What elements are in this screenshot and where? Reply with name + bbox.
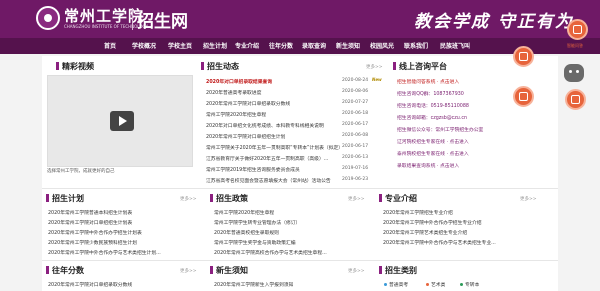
- video-section-title: 精彩视频: [56, 62, 94, 71]
- categories-section-title: 招生类别: [379, 266, 417, 275]
- news-date: 2020-07-27: [342, 100, 369, 105]
- nav-campus[interactable]: 校园风光: [370, 41, 394, 50]
- nav-overview[interactable]: 学校概况: [132, 41, 156, 50]
- policy-more-link[interactable]: 更多>>: [348, 196, 365, 202]
- major-more-link[interactable]: 更多>>: [520, 196, 537, 202]
- list-item[interactable]: 2020年常州工学院招生专业介绍: [383, 209, 513, 216]
- major-section-title: 专业介绍: [379, 194, 417, 203]
- list-item[interactable]: 2020年常州工学院中外合作办学招生专业介绍: [383, 219, 513, 226]
- news-section-title: 招生动态: [201, 62, 239, 71]
- category-item[interactable]: 专转本: [465, 281, 479, 288]
- category-item[interactable]: 普通高考: [389, 281, 408, 288]
- qq-button[interactable]: [513, 86, 534, 107]
- contact-line: 招生微信公众号：常州工学院招生办公室: [397, 128, 484, 133]
- nav-school-home[interactable]: 学校主页: [168, 41, 192, 50]
- school-name-en: CHANGZHOU INSTITUTE OF TECHNOLOGY: [64, 24, 148, 29]
- news-date: 2020-06-13: [342, 155, 369, 160]
- scores-more-link[interactable]: 更多>>: [180, 268, 197, 274]
- scores-section-title: 往年分数: [46, 266, 84, 275]
- list-item[interactable]: 2020年常州工学院中外合作办学与艺术类招生专业...: [383, 239, 513, 246]
- news-date: 2019-06-23: [342, 177, 369, 182]
- qq-icon: [519, 92, 528, 101]
- consult-button[interactable]: [565, 89, 586, 110]
- category-dot-icon: [384, 283, 387, 286]
- news-date: 2020-08-06: [342, 89, 369, 94]
- news-date: 2020-08-24: [342, 78, 369, 83]
- nav-major[interactable]: 专业介绍: [235, 41, 259, 50]
- list-item[interactable]: 常州工学院学生转专业管理办法（修订）: [214, 219, 362, 226]
- list-item[interactable]: 2020年常州工学院中外合作办学与艺术类招生计划...: [48, 249, 196, 256]
- news-item[interactable]: 2020年普通高考录取进度: [206, 89, 356, 96]
- section-divider: [42, 188, 558, 189]
- news-item[interactable]: 2020年常州工学院对口单招录取分数线: [206, 100, 356, 107]
- news-item[interactable]: 2020年对口单招文化统考成绩、本科教专科线相关说明: [206, 122, 356, 129]
- message-icon: [571, 95, 580, 104]
- list-item[interactable]: 2020年常州工学院新生入学报到须知: [214, 281, 362, 288]
- main-nav: 首页 学校概况 学校主页 招生计划 专业介绍 往年分数 录取查询 新生须知 校园…: [0, 38, 600, 54]
- news-date: 2020-06-18: [342, 111, 369, 116]
- news-item[interactable]: 江苏省高考名校见面会暨志愿填报大会（常州站）活动公告: [206, 177, 356, 184]
- plan-section-title: 招生计划: [46, 194, 84, 203]
- site-header: 常州工学院 CHANGZHOU INSTITUTE OF TECHNOLOGY …: [0, 0, 600, 38]
- contact-line[interactable]: 辽河院校招生专家在线 · 点击进入: [397, 138, 469, 145]
- contact-line[interactable]: 招生智能问答系统 · 点击进入: [397, 78, 459, 85]
- phone-icon: [519, 52, 528, 61]
- category-dot-icon: [426, 283, 429, 286]
- plan-more-link[interactable]: 更多>>: [180, 196, 197, 202]
- contact-section-title: 线上咨询平台: [393, 62, 447, 71]
- news-more-link[interactable]: 更多>>: [366, 64, 383, 70]
- news-date: 2020-06-17: [342, 122, 369, 127]
- list-item[interactable]: 常州工学院学生奖学金与资助政策汇编: [214, 239, 362, 246]
- nav-admission[interactable]: 录取查询: [302, 41, 326, 50]
- robot-assistant-icon[interactable]: [564, 64, 584, 82]
- list-item[interactable]: 2020年常州工学院对口单招录取分数线: [48, 281, 196, 288]
- nav-home[interactable]: 首页: [104, 41, 116, 50]
- notice-more-link[interactable]: 更多>>: [348, 268, 365, 274]
- contact-line: 招生咨询邮箱：czgzsb@czu.cn: [397, 116, 468, 121]
- news-item[interactable]: 2020年常州工学院对口单招招生计划: [206, 133, 356, 140]
- news-item[interactable]: 2020年对口单招录取结果查询: [206, 78, 356, 85]
- play-icon[interactable]: [110, 111, 134, 131]
- contact-line[interactable]: 录取结果查询系统 · 点击进入: [397, 162, 459, 169]
- list-item[interactable]: 2020年常州工学院中外合作办学招生计划表: [48, 229, 196, 236]
- list-item[interactable]: 2020年常州工学院普通本科招生计划表: [48, 209, 196, 216]
- nav-ethnic-class[interactable]: 民族班飞叫: [440, 41, 470, 50]
- contact-line: 招生咨询电话：0519-85110088: [397, 104, 469, 109]
- school-logo-icon[interactable]: [36, 6, 60, 30]
- category-item[interactable]: 艺术类: [431, 281, 445, 288]
- video-player[interactable]: [47, 75, 193, 167]
- phone-button[interactable]: [513, 46, 534, 67]
- contact-line[interactable]: 泰州院校招生专家在线 · 点击进入: [397, 150, 469, 157]
- chat-icon: [573, 25, 582, 34]
- list-item[interactable]: 2020年常州工学院高校合作办学与艺术类招生章程...: [214, 249, 362, 256]
- smart-qa-label: 智能问答: [567, 43, 583, 48]
- news-date: 2019-07-16: [342, 166, 369, 171]
- list-item[interactable]: 2020年常州工学院对口单招招生计划表: [48, 219, 196, 226]
- school-motto: 教会学成 守正有为: [414, 12, 574, 32]
- nav-contact[interactable]: 联系我们: [404, 41, 428, 50]
- smart-qa-button[interactable]: [567, 19, 588, 40]
- notice-section-title: 新生须知: [210, 266, 248, 275]
- list-item[interactable]: 2020年常州工学院少数民族预科招生计划: [48, 239, 196, 246]
- section-divider: [42, 260, 558, 261]
- news-date: 2020-06-08: [342, 133, 369, 138]
- policy-section-title: 招生政策: [210, 194, 248, 203]
- list-item[interactable]: 常州工学院2020年招生章程: [214, 209, 362, 216]
- video-caption[interactable]: 选择常州工学院，成就更好的自己: [47, 168, 115, 174]
- list-item[interactable]: 2020年普通高校招生录取规则: [214, 229, 362, 236]
- site-title[interactable]: 招生网: [137, 7, 188, 32]
- list-item[interactable]: 2020年常州工学院艺术类招生专业介绍: [383, 229, 513, 236]
- nav-scores[interactable]: 往年分数: [269, 41, 293, 50]
- news-item[interactable]: 常州工学院2019年招生咨询服务委员会成员: [206, 166, 356, 173]
- new-tag: New: [372, 77, 382, 82]
- news-item[interactable]: 江苏省教育厅关于做好2020年五年一贯制高职（高级）...: [206, 155, 356, 162]
- news-item[interactable]: 常州工学院关于2020年五年一贯制高职“专转本”计划表（拟定）: [206, 144, 356, 151]
- news-item[interactable]: 常州工学院2020年招生章程: [206, 111, 356, 118]
- header-divider: [132, 8, 133, 30]
- category-dot-icon: [460, 283, 463, 286]
- nav-plan[interactable]: 招生计划: [203, 41, 227, 50]
- nav-notice[interactable]: 新生须知: [336, 41, 360, 50]
- news-date: 2020-06-17: [342, 144, 369, 149]
- contact-line: 招生咨询QQ群：1087367930: [397, 92, 464, 97]
